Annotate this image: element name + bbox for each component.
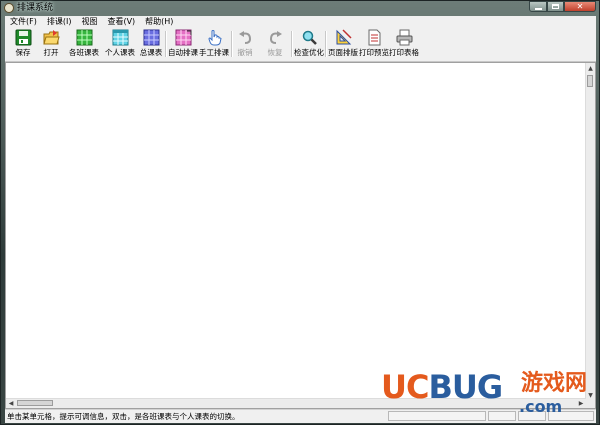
menu-help[interactable]: 帮助(H) xyxy=(140,16,178,28)
status-text: 单击某单元格，提示可调信息，双击，是各班课表与个人课表的切换。 xyxy=(7,412,240,421)
page-layout-label: 页面排版 xyxy=(328,48,358,57)
maximize-button[interactable] xyxy=(547,1,564,12)
save-button[interactable]: 保存 xyxy=(11,29,35,59)
watermark-brand-uc: UC xyxy=(381,368,429,406)
menu-view[interactable]: 视图 xyxy=(76,16,102,28)
app-icon[interactable] xyxy=(4,3,14,13)
personal-table-label: 个人课表 xyxy=(105,48,135,57)
window-title: 排课系统 xyxy=(17,3,54,13)
redo-label: 恢复 xyxy=(267,48,283,57)
auto-schedule-icon xyxy=(175,29,191,46)
maximize-icon xyxy=(552,4,559,9)
print-preview-label: 打印预览 xyxy=(359,48,389,57)
undo-button[interactable]: 撤销 xyxy=(234,29,256,59)
print-preview-button[interactable]: 打印预览 xyxy=(359,29,389,59)
toolbar: 保存 打开 各班课表 个人课表 总课表 自动排课 手工排课 撤销 恢复 检查优化… xyxy=(5,28,596,62)
check-optimize-button[interactable]: 检查优化 xyxy=(294,29,324,59)
watermark-brand: UCBUG xyxy=(381,368,503,406)
toolbar-separator xyxy=(165,31,167,57)
close-button[interactable]: ✕ xyxy=(564,1,596,12)
open-button[interactable]: 打开 xyxy=(39,29,63,59)
scroll-left-icon[interactable]: ◀ xyxy=(6,399,16,408)
page-layout-icon xyxy=(336,29,352,45)
toolbar-separator xyxy=(291,31,293,57)
master-table-button[interactable]: 总课表 xyxy=(139,29,163,59)
scroll-up-icon[interactable]: ▲ xyxy=(586,63,595,73)
title-bar[interactable]: 排课系统 ✕ xyxy=(1,1,599,15)
magnifier-icon xyxy=(302,30,317,45)
redo-button[interactable]: 恢复 xyxy=(264,29,286,59)
page-layout-button[interactable]: 页面排版 xyxy=(328,29,358,59)
master-table-label: 总课表 xyxy=(139,48,163,57)
close-icon: ✕ xyxy=(576,1,584,11)
undo-label: 撤销 xyxy=(237,48,253,57)
horizontal-scroll-thumb[interactable] xyxy=(17,400,53,406)
minimize-button[interactable] xyxy=(529,1,547,12)
watermark-brand-bug: BUG xyxy=(428,368,503,406)
undo-icon xyxy=(238,31,251,44)
print-preview-icon xyxy=(368,29,380,46)
manual-schedule-button[interactable]: 手工排课 xyxy=(199,29,229,59)
vertical-scrollbar[interactable]: ▲ ▼ xyxy=(585,63,595,400)
personal-table-button[interactable]: 个人课表 xyxy=(103,29,137,59)
auto-schedule-button[interactable]: 自动排课 xyxy=(168,29,198,59)
menu-file[interactable]: 文件(F) xyxy=(5,16,42,28)
print-table-button[interactable]: 打印表格 xyxy=(389,29,419,59)
schedule-view[interactable]: ▲ ▼ ◀ ▶ xyxy=(5,62,596,409)
watermark-domain: .com xyxy=(519,397,563,416)
save-icon xyxy=(15,29,31,46)
class-table-label: 各班课表 xyxy=(69,48,99,57)
app-window: 排课系统 ✕ 文件(F) 排课(I) 视图 查看(V) 帮助(H) 保存 打开 … xyxy=(0,0,600,425)
minimize-icon xyxy=(534,7,542,10)
open-label: 打开 xyxy=(43,48,59,57)
print-table-label: 打印表格 xyxy=(389,48,419,57)
class-table-button[interactable]: 各班课表 xyxy=(67,29,101,59)
save-label: 保存 xyxy=(15,48,31,57)
site-watermark: UCBUG 游戏网 .com xyxy=(381,369,596,419)
toolbar-separator xyxy=(231,31,233,57)
menu-schedule[interactable]: 排课(I) xyxy=(42,16,77,28)
printer-icon xyxy=(396,29,412,46)
manual-schedule-label: 手工排课 xyxy=(199,48,229,57)
watermark-brand-cn: 游戏网 xyxy=(521,371,588,396)
check-optimize-label: 检查优化 xyxy=(294,48,324,57)
master-table-icon xyxy=(143,29,159,46)
personal-table-icon xyxy=(112,29,128,46)
caption-buttons: ✕ xyxy=(529,1,596,13)
hand-pointer-icon xyxy=(207,30,222,46)
client-area: 文件(F) 排课(I) 视图 查看(V) 帮助(H) 保存 打开 各班课表 个人… xyxy=(5,16,596,423)
auto-schedule-label: 自动排课 xyxy=(168,48,198,57)
redo-icon xyxy=(269,31,282,44)
open-icon xyxy=(42,30,60,45)
menu-look[interactable]: 查看(V) xyxy=(102,16,140,28)
class-table-icon xyxy=(76,29,92,46)
toolbar-separator xyxy=(325,31,327,57)
menu-bar: 文件(F) 排课(I) 视图 查看(V) 帮助(H) xyxy=(5,16,596,28)
vertical-scroll-thumb[interactable] xyxy=(587,75,593,87)
